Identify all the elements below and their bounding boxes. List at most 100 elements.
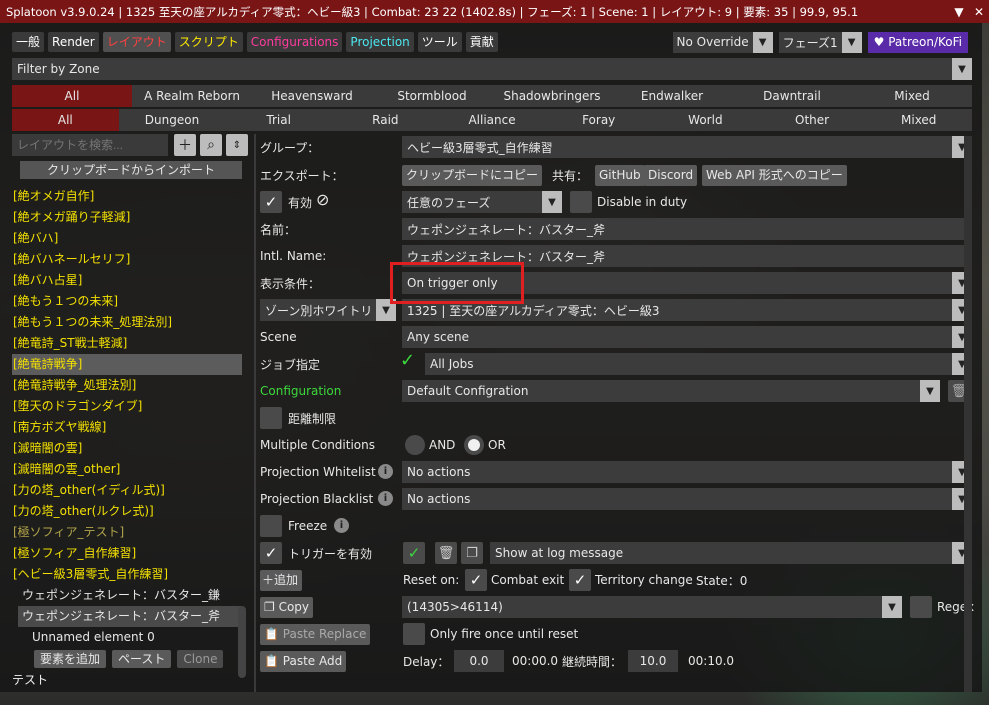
job-dropdown[interactable]: All Jobs ▼ [425, 353, 972, 375]
patreon-button[interactable]: ♥ Patreon/KoFi [867, 31, 968, 53]
tab-layouts[interactable]: レイアウト [102, 32, 171, 52]
sort-icon[interactable]: ⇕ [226, 134, 248, 156]
regex-checkbox[interactable] [910, 596, 932, 618]
content-raid[interactable]: Raid [332, 109, 439, 131]
layout-item[interactable]: [滅暗闇の雲] [12, 438, 242, 459]
expansion-shb[interactable]: Shadowbringers [492, 85, 612, 107]
layout-item[interactable]: [絶オメガ自作] [12, 186, 242, 207]
editor-scrollbar[interactable] [964, 136, 972, 692]
override-dropdown[interactable]: No Override ▼ [672, 31, 773, 53]
collapse-icon[interactable]: ▼ [949, 5, 969, 19]
enabled-checkbox[interactable]: ✓ [260, 191, 282, 213]
layout-search-input[interactable] [12, 134, 168, 156]
phase-dropdown[interactable]: 任意のフェーズ ▼ [402, 191, 562, 213]
filter-by-zone-dropdown[interactable]: Filter by Zone ▼ [12, 58, 972, 80]
tab-render[interactable]: Render [48, 32, 99, 52]
close-icon[interactable]: ✕ [969, 5, 989, 19]
layout-item[interactable]: [ヘビー級3層零式_自作練習] [12, 564, 242, 585]
content-foray[interactable]: Foray [545, 109, 652, 131]
name-input[interactable]: ウェポンジェネレート：バスター_斧 [402, 218, 972, 240]
layout-item[interactable]: テスト [12, 670, 242, 691]
clone-element-button[interactable]: Clone [177, 650, 224, 668]
content-mixed[interactable]: Mixed [865, 109, 972, 131]
layout-item[interactable]: [絶竜詩戦争_処理法別] [12, 375, 242, 396]
configuration-dropdown[interactable]: Default Configration ▼ [402, 380, 940, 402]
paste-add-button[interactable]: 📋 Paste Add [260, 650, 347, 672]
trigger-active-checkbox[interactable]: ✓ [403, 542, 425, 564]
expansion-all[interactable]: All [12, 85, 132, 107]
layout-item-selected[interactable]: [絶竜詩戦争] [12, 354, 242, 375]
content-world[interactable]: World [652, 109, 759, 131]
paste-element-button[interactable]: ペースト [112, 650, 172, 668]
expansion-dt[interactable]: Dawntrail [732, 85, 852, 107]
trash-icon[interactable]: 🗑 [435, 542, 457, 564]
only-fire-once-checkbox[interactable] [403, 623, 425, 645]
log-message-input[interactable]: (14305>46114) ▼ [402, 596, 902, 618]
phase-dropdown[interactable]: フェーズ1 ▼ [778, 31, 862, 53]
web-api-copy-button[interactable]: Web API 形式へのコピー [702, 164, 847, 186]
layout-item[interactable]: [絶竜詩_ST戦士軽減] [12, 333, 242, 354]
projection-blacklist-dropdown[interactable]: No actions ▼ [402, 488, 972, 510]
layout-item[interactable]: [力の塔_other(イディル式)] [12, 480, 242, 501]
add-element-button[interactable]: 要素を追加 [34, 650, 107, 668]
or-radio[interactable] [464, 435, 484, 455]
copy-icon[interactable]: ❐ [461, 542, 483, 564]
eye-slash-icon[interactable]: ⊘ [316, 190, 329, 209]
trigger-type-dropdown[interactable]: Show at log message ▼ [490, 542, 972, 564]
layout-item[interactable]: [南方ボズヤ戦線] [12, 417, 242, 438]
layout-item[interactable]: [絶オメガ踊り子軽減] [12, 207, 242, 228]
layout-item[interactable]: [力の塔_other(ルクレ式)] [12, 501, 242, 522]
expansion-mixed[interactable]: Mixed [852, 85, 972, 107]
and-radio[interactable] [405, 435, 425, 455]
left-scrollbar[interactable] [238, 606, 246, 678]
layout-item[interactable]: [絶バハネールセリフ] [12, 249, 242, 270]
info-icon[interactable]: i [378, 491, 393, 506]
content-trial[interactable]: Trial [225, 109, 332, 131]
layout-item[interactable]: [極ソフィア_自作練習] [12, 543, 242, 564]
layout-item[interactable]: [絶もう１つの未来] [12, 291, 242, 312]
tab-general[interactable]: 一般 [12, 32, 45, 52]
expansion-arr[interactable]: A Realm Reborn [132, 85, 252, 107]
tab-tools[interactable]: ツール [417, 32, 462, 52]
territory-change-checkbox[interactable]: ✓ [569, 569, 591, 591]
duration-input[interactable]: 10.0 [628, 650, 678, 672]
element-item[interactable]: ウェポンジェネレート：バスター_鎌 [12, 585, 242, 606]
group-dropdown[interactable]: ヘビー級3層零式_自作練習 ▼ [402, 136, 972, 158]
freeze-checkbox[interactable] [260, 515, 282, 537]
zone-whitelist-dropdown[interactable]: ゾーン別ホワイトリ ▼ [260, 299, 396, 321]
combat-exit-checkbox[interactable]: ✓ [465, 569, 487, 591]
content-dungeon[interactable]: Dungeon [119, 109, 226, 131]
element-item[interactable]: Unnamed element 0 [12, 627, 242, 648]
info-icon[interactable]: i [334, 518, 349, 533]
layout-item[interactable]: [滅暗闇の雲_other] [12, 459, 242, 480]
projection-whitelist-dropdown[interactable]: No actions ▼ [402, 461, 972, 483]
discord-button[interactable]: Discord [644, 164, 698, 186]
disable-in-duty-checkbox[interactable] [570, 191, 592, 213]
content-other[interactable]: Other [759, 109, 866, 131]
tab-scripts[interactable]: スクリプト [174, 32, 243, 52]
import-from-clipboard-button[interactable]: クリップボードからインポート [20, 161, 242, 179]
content-alliance[interactable]: Alliance [439, 109, 546, 131]
copy-button[interactable]: ❐ Copy [260, 596, 314, 618]
expansion-hw[interactable]: Heavensward [252, 85, 372, 107]
trigger-enabled-checkbox[interactable]: ✓ [260, 542, 282, 564]
paste-replace-button[interactable]: 📋 Paste Replace [260, 623, 371, 645]
tab-projection[interactable]: Projection [346, 32, 414, 52]
search-icon[interactable]: ⌕ [200, 134, 222, 156]
layout-item[interactable]: [絶バハ] [12, 228, 242, 249]
scene-dropdown[interactable]: Any scene ▼ [402, 326, 972, 348]
delay-input[interactable]: 0.0 [454, 650, 504, 672]
content-all[interactable]: All [12, 109, 119, 131]
tab-configurations[interactable]: Configurations [246, 32, 343, 52]
github-button[interactable]: GitHub [595, 164, 645, 186]
info-icon[interactable]: i [378, 464, 393, 479]
distance-limit-checkbox[interactable] [260, 407, 282, 429]
add-trigger-button[interactable]: ＋追加 [260, 569, 303, 591]
layout-item[interactable]: [極ソフィア_テスト] [12, 522, 242, 543]
layout-item[interactable]: [絶バハ占星] [12, 270, 242, 291]
copy-to-clipboard-button[interactable]: クリップボードにコピー [402, 164, 543, 186]
add-icon[interactable]: ＋ [174, 134, 196, 156]
layout-item[interactable]: [絶もう１つの未来_処理法別] [12, 312, 242, 333]
expansion-sb[interactable]: Stormblood [372, 85, 492, 107]
layout-item[interactable]: [堕天のドラゴンダイブ] [12, 396, 242, 417]
